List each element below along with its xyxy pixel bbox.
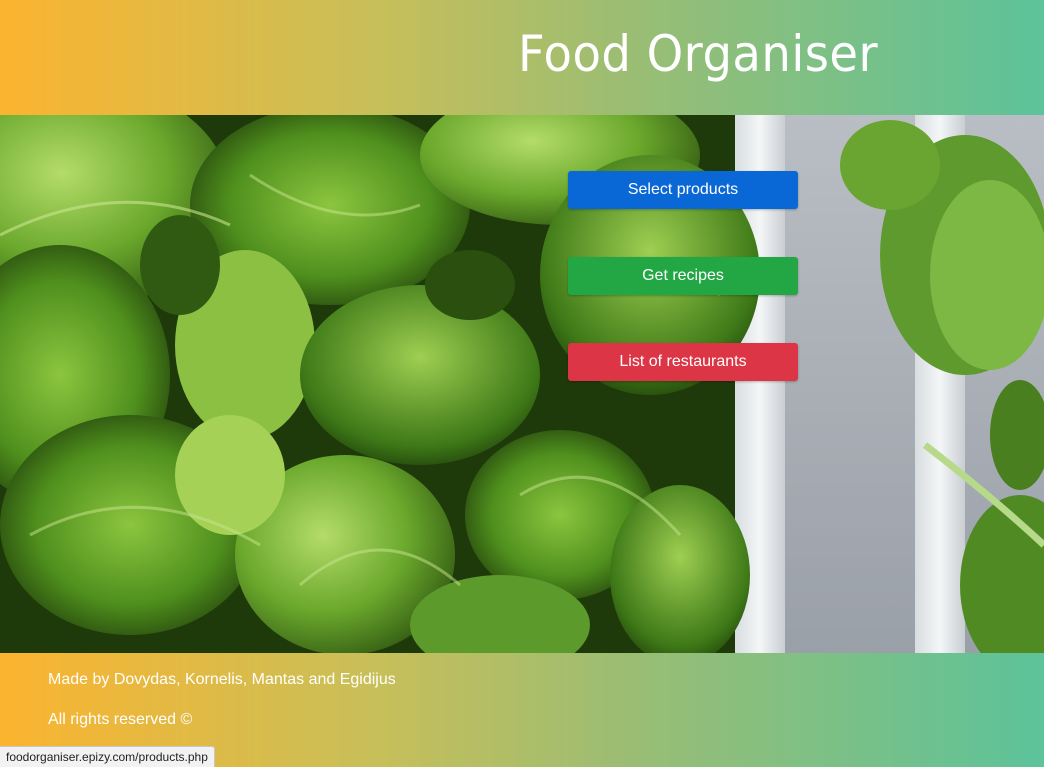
site-title: Food Organiser	[518, 25, 879, 83]
select-products-button[interactable]: Select products	[568, 171, 798, 209]
list-restaurants-button[interactable]: List of restaurants	[568, 343, 798, 381]
footer-rights: All rights reserved ©	[48, 711, 193, 728]
hero-section: Select products Get recipes List of rest…	[0, 115, 1044, 653]
site-header: Food Organiser	[0, 0, 1044, 115]
status-bar-url: foodorganiser.epizy.com/products.php	[0, 746, 215, 767]
get-recipes-button[interactable]: Get recipes	[568, 257, 798, 295]
footer-credits: Made by Dovydas, Kornelis, Mantas and Eg…	[48, 671, 396, 688]
leafy-greens-photo-icon	[0, 115, 1044, 653]
page: Food Organiser Select products Get recip…	[0, 0, 1044, 767]
